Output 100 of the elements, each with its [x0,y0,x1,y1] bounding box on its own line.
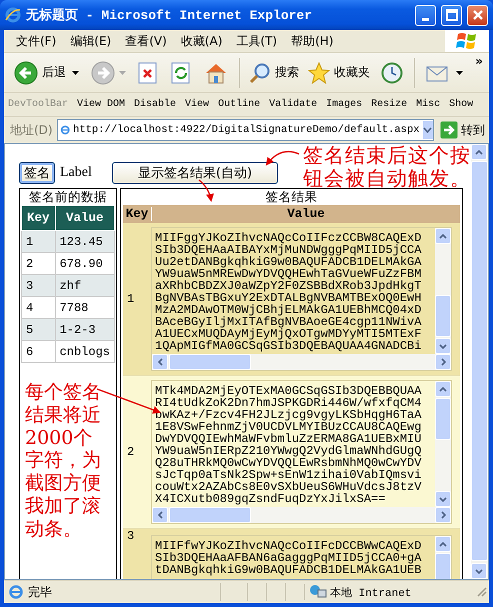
horizontal-scrollbar[interactable] [152,507,451,523]
scroll-up-button[interactable] [435,228,451,244]
menu-item[interactable]: 工具(T) [232,32,288,50]
chevron-right-icon [440,358,446,366]
scrollbar-thumb[interactable] [169,354,251,370]
menu-item[interactable]: 查看(V) [121,32,177,50]
table-cell: zhf [55,274,114,296]
sign-button[interactable]: 签名 [19,162,55,184]
scroll-down-button[interactable] [435,338,451,354]
signature-text-area[interactable] [151,227,452,371]
signature-text-line: tDANBgkqhkiG9w0BAQUFADCB1DELMAkGA1UEB [155,564,422,576]
signature-text-line: 1QApMIGfMA0GCSqGSIb3DQEBAQUAA4GNADCBi [155,340,422,352]
signature-text-area[interactable] [151,380,452,524]
signature-text-line: 1E8VSwFehnmZjV0UCDVLMYIBUzCCAU8CAQEwg [155,421,422,433]
signature-text-line: BgNVBAsTBGxuY2ExDTALBgNVBAMTBExOQ0EwH [155,292,422,304]
vertical-scrollbar[interactable] [435,228,451,354]
search-icon [249,62,271,84]
chevron-right-icon [440,511,446,519]
vertical-scrollbar[interactable] [435,381,451,507]
signature-text-line: DwYDVQQIEwhMaWFvbmluZzERMA8GA1UEBxMIU [155,433,422,445]
devtoolbar-menu-item[interactable]: Disable [134,99,176,110]
devtoolbar-menu-item[interactable]: Misc [416,99,440,110]
annotation-arrow [266,150,300,166]
signature-text-line: aXRhbCBDZXJ0aWZpY2F0ZSBBdXRob3JpdHkgT [155,280,422,292]
table-cell: 1 [22,230,56,252]
signature-text-line: MIIFggYJKoZIhvcNAQcCoIIFczCCBW8CAQExD [155,232,422,244]
table-cell: 1-2-3 [55,318,114,340]
network-computer-icon [309,584,327,600]
devtoolbar-menu-item[interactable]: Resize [371,99,408,110]
close-button[interactable] [467,4,488,26]
security-zone-text: 本地 Intranet [330,586,412,600]
menu-item[interactable]: 文件(F) [12,32,66,50]
signature-text-line: bwKAz+/Fzcv4FH2JLzjcg9vgyLKSbHqgH6TaA [155,409,422,421]
scroll-right-button[interactable] [435,507,451,523]
devtoolbar-menu-item[interactable]: Validate [269,99,318,110]
table-caption: 签名结果 [266,189,318,205]
signature-text-line: Q28uTHRkMQ0wCwYDVQQLEwRsbmNhMQ0wCwYDV [155,457,422,469]
scrollbar-thumb[interactable] [435,295,451,337]
signature-text-line: MzA2MDAwOTM0WjCBhjELMAkGA1UEBhMCQ04xD [155,304,422,316]
table-cell-text: 1 [126,292,136,306]
dropdown-caret-icon[interactable] [72,70,79,74]
go-button[interactable]: 转到 [438,121,487,139]
column-header: Key [123,207,152,221]
table-cell: 6 [22,340,56,362]
table-cell-text: 2 [126,445,136,459]
devtoolbar-menu-item[interactable]: Outline [218,99,260,110]
table-cell: 5 [22,318,56,340]
scroll-up-button[interactable] [435,536,451,552]
devtoolbar-menu-item[interactable]: Show [449,99,474,110]
show-result-button[interactable]: 显示签名结果(自动) [112,162,278,184]
handwritten-note: 签名结束后这个按钮会被自动触发。 [303,144,471,190]
column-header: Value [55,206,114,230]
refresh-icon[interactable] [171,62,191,84]
signature-text-line: Uu2etDANBgkqhkiG9w0BAQUFADCB1DELMAkGA [155,256,422,268]
scrollbar-thumb[interactable] [435,398,451,440]
dropdown-caret-icon[interactable] [456,70,463,74]
scroll-down-button[interactable] [471,563,487,579]
signature-text-line: YW9uaW5nMREwDwYDVQQHEwhTaGVueWFuZzFBM [155,268,422,280]
ie-page-icon [8,584,24,600]
favorites-button[interactable]: 收藏夹 [306,62,372,84]
devtoolbar-menu-item[interactable]: View [185,99,210,110]
devtoolbar-menu-item[interactable]: Images [326,99,362,110]
signature-text-line: SIb3DQEHAaAFBAN6aGagggPqMIID5jCCA0+gA [155,552,422,564]
maximize-button[interactable] [441,4,462,26]
signature-text-line: MIIFfwYJKoZIhvcNAQcCoIIFcDCCBWwCAQExD [155,540,422,552]
column-header: Key [22,206,56,230]
resize-grip-icon[interactable] [477,587,487,597]
home-icon[interactable] [204,62,228,84]
history-clock-icon[interactable] [381,62,403,84]
scroll-up-button[interactable] [471,144,487,160]
signature-text-line: SIb3DQEHAaAIBAYxMjMuNDWgggPqMIID5jCCA [155,244,422,256]
back-button[interactable]: 后退 [12,60,68,84]
scroll-left-button[interactable] [152,354,168,370]
menu-item[interactable]: 编辑(E) [66,32,122,50]
scroll-left-button[interactable] [152,507,168,523]
toolbar-overflow-chevron[interactable]: » [475,54,483,68]
signature-text-line: couWtx2AZAbCs8E0vSXbUeuS6WHuVdcsJ8tzV [155,481,422,493]
devtoolbar-menu-item[interactable]: View DOM [77,99,126,110]
mail-icon[interactable] [426,64,448,82]
signature-text-line: RI4tUdkZoK2Dn7hmJSPKGDRi446W/wfxfqCM4 [155,397,422,409]
stop-icon[interactable] [138,62,158,84]
table-cell: 3 [22,274,56,296]
chevron-down-icon [439,344,447,348]
chevron-down-icon [475,568,483,574]
menu-item[interactable]: 收藏(A) [176,32,232,50]
chevron-left-icon [158,358,162,366]
address-dropdown-button[interactable] [422,121,433,139]
search-button[interactable]: 搜索 [247,62,301,84]
menu-item[interactable]: 帮助(H) [287,32,344,50]
signature-text-line: MTk4MDA2MjEyOTExMA0GCSqGSIb3DQEBBQUAA [155,385,422,397]
scrollbar-thumb[interactable] [169,507,251,523]
minimize-icon [422,18,429,20]
minimize-button[interactable] [415,4,436,26]
address-field[interactable]: http://localhost:4922/DigitalSignatureDemo/default.aspx [56,119,434,141]
scroll-down-button[interactable] [435,491,451,507]
chevron-up-icon [439,542,447,546]
horizontal-scrollbar[interactable] [152,354,451,370]
scroll-up-button[interactable] [435,381,451,397]
scroll-right-button[interactable] [435,354,451,370]
ie-logo-icon [5,7,21,23]
